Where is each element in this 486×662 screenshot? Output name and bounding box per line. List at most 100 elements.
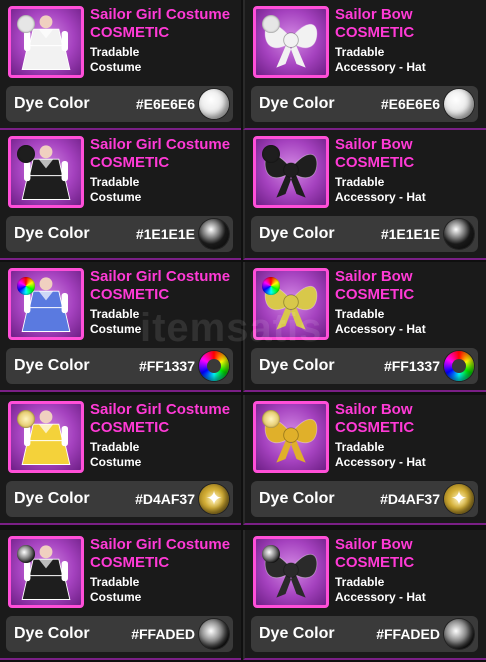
item-card[interactable]: Sailor Girl Costume COSMETIC Tradable Co… xyxy=(0,530,241,660)
item-tradable: Tradable xyxy=(335,175,385,189)
item-card[interactable]: Sailor Girl Costume COSMETIC Tradable Co… xyxy=(0,395,241,525)
dye-color-bar[interactable]: Dye Color #D4AF37 xyxy=(6,481,233,517)
item-thumbnail[interactable] xyxy=(253,401,329,473)
item-name: Sailor Bow xyxy=(335,136,413,153)
item-tradable: Tradable xyxy=(90,440,140,454)
item-kind: COSMETIC xyxy=(90,419,170,436)
dye-color-label: Dye Color xyxy=(14,357,90,374)
item-info: Sailor Girl Costume COSMETIC Tradable Co… xyxy=(90,536,235,605)
dye-color-swatch[interactable] xyxy=(444,219,474,249)
dye-indicator-dot xyxy=(17,545,35,563)
item-kind: COSMETIC xyxy=(335,554,415,571)
dye-color-hex: #E6E6E6 xyxy=(380,96,440,112)
dye-color-hex: #FFADED xyxy=(131,626,195,642)
item-card[interactable]: Sailor Bow COSMETIC Tradable Accessory -… xyxy=(243,262,486,392)
item-card[interactable]: Sailor Girl Costume COSMETIC Tradable Co… xyxy=(0,0,241,130)
dye-color-bar[interactable]: Dye Color #FF1337 xyxy=(6,348,233,384)
dye-color-label: Dye Color xyxy=(14,490,90,507)
item-grid: Sailor Girl Costume COSMETIC Tradable Co… xyxy=(0,0,486,662)
item-card[interactable]: Sailor Bow COSMETIC Tradable Accessory -… xyxy=(243,130,486,260)
item-name: Sailor Girl Costume xyxy=(90,6,231,23)
item-tradable: Tradable xyxy=(90,307,140,321)
dye-indicator-dot xyxy=(262,545,280,563)
dye-color-hex: #FFADED xyxy=(376,626,440,642)
item-info: Sailor Bow COSMETIC Tradable Accessory -… xyxy=(335,136,480,205)
dye-color-bar[interactable]: Dye Color #1E1E1E xyxy=(6,216,233,252)
item-info: Sailor Bow COSMETIC Tradable Accessory -… xyxy=(335,536,480,605)
dye-color-swatch[interactable] xyxy=(199,619,229,649)
item-thumbnail[interactable] xyxy=(253,536,329,608)
dye-color-label: Dye Color xyxy=(14,625,90,642)
item-tradable: Tradable xyxy=(90,175,140,189)
item-kind: COSMETIC xyxy=(335,419,415,436)
item-kind: COSMETIC xyxy=(90,24,170,41)
item-tradable: Tradable xyxy=(335,440,385,454)
item-thumbnail[interactable] xyxy=(8,536,84,608)
item-thumbnail[interactable] xyxy=(253,136,329,208)
item-tradable: Tradable xyxy=(335,45,385,59)
dye-color-hex: #D4AF37 xyxy=(135,491,195,507)
item-thumbnail[interactable] xyxy=(8,401,84,473)
item-card[interactable]: Sailor Girl Costume COSMETIC Tradable Co… xyxy=(0,130,241,260)
item-thumbnail[interactable] xyxy=(8,6,84,78)
dye-color-label: Dye Color xyxy=(259,95,335,112)
dye-color-bar[interactable]: Dye Color #E6E6E6 xyxy=(6,86,233,122)
item-type: Accessory - Hat xyxy=(335,60,426,74)
item-thumbnail[interactable] xyxy=(8,268,84,340)
item-type: Costume xyxy=(90,60,142,74)
dye-color-bar[interactable]: Dye Color #E6E6E6 xyxy=(251,86,478,122)
item-card[interactable]: Sailor Bow COSMETIC Tradable Accessory -… xyxy=(243,530,486,660)
item-thumbnail[interactable] xyxy=(253,6,329,78)
item-type: Accessory - Hat xyxy=(335,455,426,469)
item-card[interactable]: Sailor Bow COSMETIC Tradable Accessory -… xyxy=(243,0,486,130)
item-card[interactable]: Sailor Girl Costume COSMETIC Tradable Co… xyxy=(0,262,241,392)
dye-color-swatch[interactable] xyxy=(199,484,229,514)
item-kind: COSMETIC xyxy=(335,24,415,41)
item-name: Sailor Girl Costume xyxy=(90,136,231,153)
dye-color-hex: #FF1337 xyxy=(138,358,195,374)
item-type: Accessory - Hat xyxy=(335,322,426,336)
dye-color-label: Dye Color xyxy=(259,625,335,642)
item-info: Sailor Bow COSMETIC Tradable Accessory -… xyxy=(335,6,480,75)
item-card[interactable]: Sailor Bow COSMETIC Tradable Accessory -… xyxy=(243,395,486,525)
item-name: Sailor Girl Costume xyxy=(90,536,231,553)
item-tradable: Tradable xyxy=(90,45,140,59)
dye-indicator-dot xyxy=(17,410,35,428)
dye-color-swatch[interactable] xyxy=(444,619,474,649)
item-kind: COSMETIC xyxy=(90,286,170,303)
dye-color-label: Dye Color xyxy=(14,95,90,112)
dye-indicator-dot xyxy=(262,145,280,163)
dye-indicator-dot xyxy=(17,145,35,163)
item-thumbnail[interactable] xyxy=(253,268,329,340)
item-thumbnail[interactable] xyxy=(8,136,84,208)
dye-color-swatch[interactable] xyxy=(199,351,229,381)
dye-color-swatch[interactable] xyxy=(444,89,474,119)
item-name: Sailor Bow xyxy=(335,268,413,285)
dye-color-bar[interactable]: Dye Color #FFADED xyxy=(6,616,233,652)
dye-color-bar[interactable]: Dye Color #D4AF37 xyxy=(251,481,478,517)
item-type: Costume xyxy=(90,322,142,336)
dye-color-bar[interactable]: Dye Color #FFADED xyxy=(251,616,478,652)
item-name: Sailor Bow xyxy=(335,536,413,553)
dye-color-label: Dye Color xyxy=(259,490,335,507)
item-name: Sailor Girl Costume xyxy=(90,401,231,418)
item-type: Costume xyxy=(90,190,142,204)
dye-indicator-dot xyxy=(262,410,280,428)
item-kind: COSMETIC xyxy=(335,286,415,303)
dye-color-bar[interactable]: Dye Color #FF1337 xyxy=(251,348,478,384)
dye-color-label: Dye Color xyxy=(259,225,335,242)
item-type: Accessory - Hat xyxy=(335,190,426,204)
dye-color-label: Dye Color xyxy=(14,225,90,242)
dye-color-swatch[interactable] xyxy=(444,351,474,381)
item-type: Costume xyxy=(90,590,142,604)
item-info: Sailor Girl Costume COSMETIC Tradable Co… xyxy=(90,268,235,337)
item-name: Sailor Girl Costume xyxy=(90,268,231,285)
item-tradable: Tradable xyxy=(90,575,140,589)
dye-color-swatch[interactable] xyxy=(199,89,229,119)
dye-color-swatch[interactable] xyxy=(444,484,474,514)
item-info: Sailor Bow COSMETIC Tradable Accessory -… xyxy=(335,401,480,470)
dye-color-swatch[interactable] xyxy=(199,219,229,249)
item-info: Sailor Girl Costume COSMETIC Tradable Co… xyxy=(90,6,235,75)
dye-color-bar[interactable]: Dye Color #1E1E1E xyxy=(251,216,478,252)
dye-indicator-dot xyxy=(262,277,280,295)
